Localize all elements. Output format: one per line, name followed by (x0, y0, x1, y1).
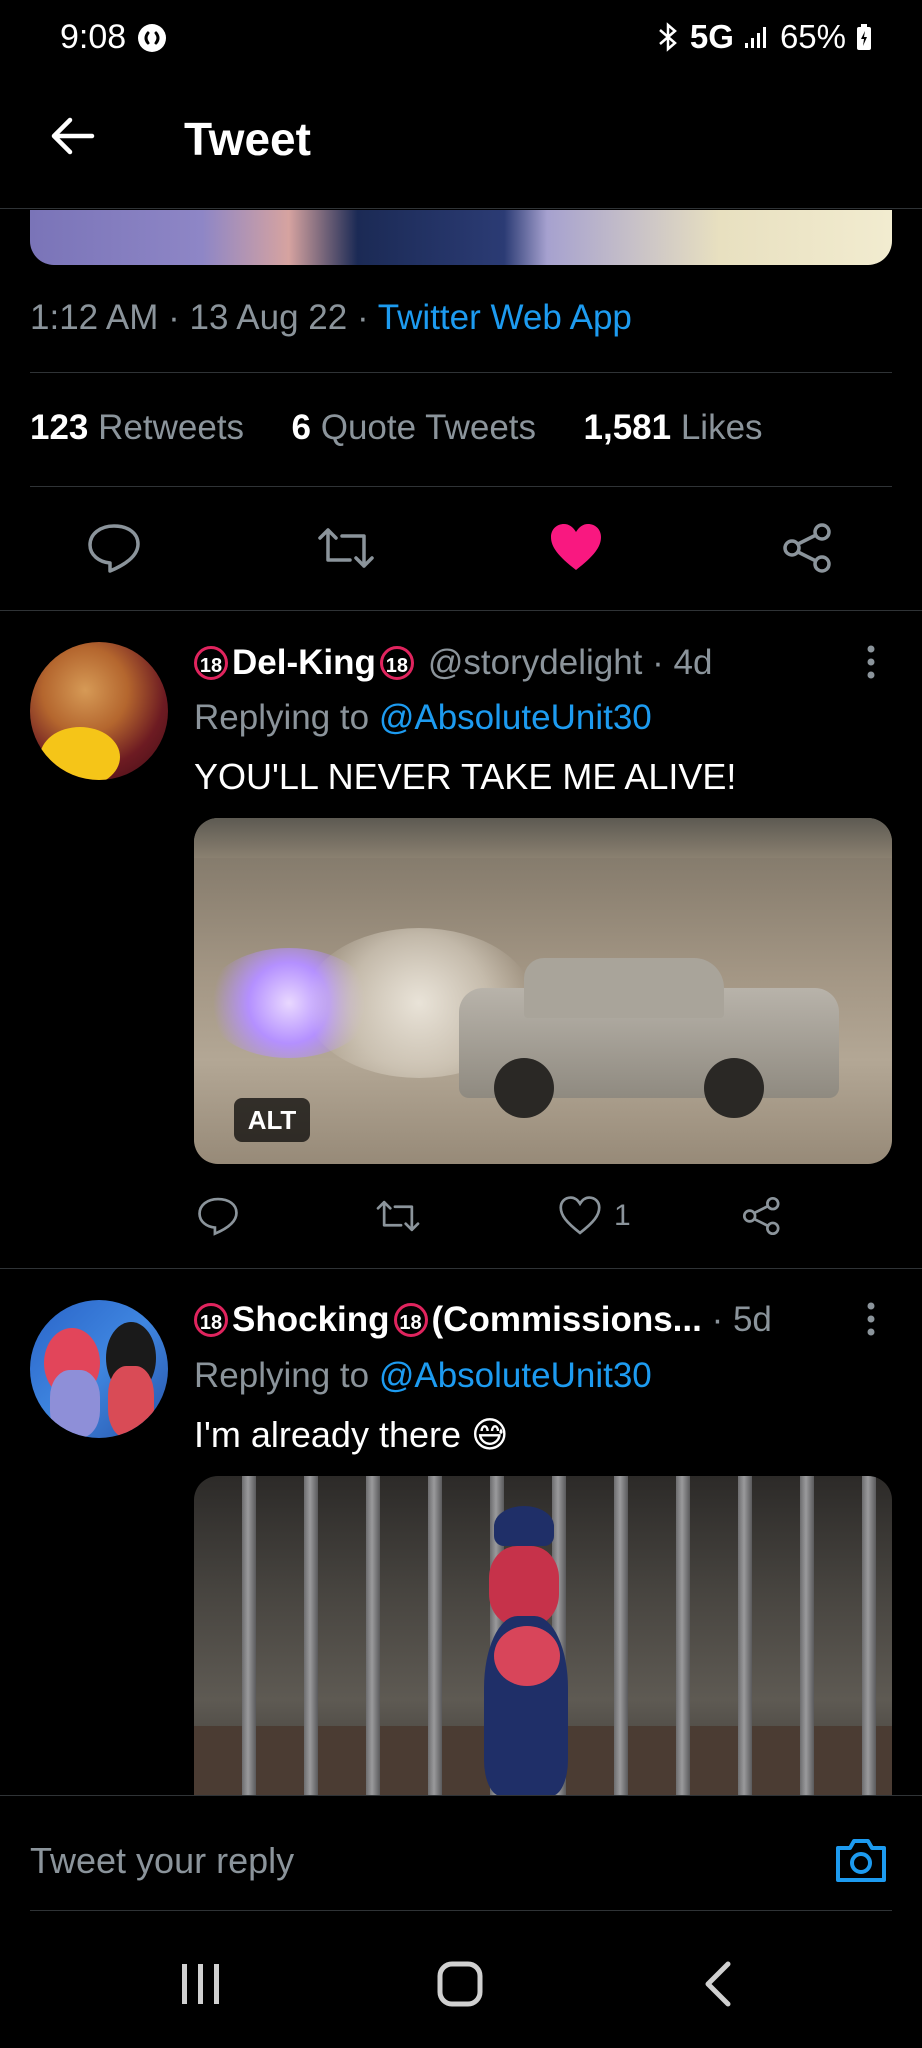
heart-icon (559, 1196, 601, 1235)
reply-text: I'm already there 😅 (194, 1414, 509, 1455)
home-icon (437, 1961, 483, 2007)
display-name: Del-King (232, 643, 376, 682)
more-options-icon[interactable] (866, 1302, 876, 1336)
reply-age: 4d (673, 643, 713, 682)
reply-author[interactable]: 18 Del-King 18 @storydelight · 4d (194, 643, 712, 683)
home-button[interactable] (436, 1960, 484, 2008)
battery-icon (856, 23, 872, 51)
replying-to: Replying to @AbsoluteUnit30 (194, 698, 652, 737)
divider (30, 1910, 892, 1911)
signal-icon (744, 25, 770, 49)
sweat-smile-emoji: 😅 (471, 1414, 509, 1455)
back-button[interactable] (48, 112, 96, 160)
shazam-icon (138, 23, 167, 52)
bluetooth-icon (656, 22, 680, 52)
divider (30, 486, 892, 487)
more-options-icon[interactable] (866, 645, 876, 679)
reply-input[interactable]: Tweet your reply (30, 1840, 294, 1882)
age-restricted-icon: 18 (379, 646, 414, 680)
display-name-suffix: (Commissions... (431, 1300, 702, 1339)
replying-to: Replying to @AbsoluteUnit30 (194, 1356, 652, 1395)
reply-button[interactable] (196, 1196, 240, 1236)
heart-filled-icon (551, 524, 601, 570)
retweets-stat[interactable]: 123 Retweets (30, 408, 244, 447)
camera-button[interactable] (834, 1836, 888, 1884)
replying-to-link[interactable]: @AbsoluteUnit30 (379, 1356, 652, 1395)
comment-icon (198, 1197, 238, 1236)
status-icons: 5G 65% (656, 18, 872, 56)
avatar[interactable] (30, 1300, 168, 1438)
reply-button[interactable] (86, 522, 142, 574)
replying-to-link[interactable]: @AbsoluteUnit30 (379, 698, 652, 737)
page-title: Tweet (184, 113, 311, 165)
chevron-left-icon (705, 1961, 731, 2007)
age-restricted-icon: 18 (194, 1303, 228, 1337)
display-name: Shocking (232, 1300, 390, 1339)
avatar[interactable] (30, 642, 168, 780)
likes-stat[interactable]: 1,581 Likes (584, 408, 763, 447)
status-time: 9:08 (60, 18, 167, 57)
quotes-stat[interactable]: 6 Quote Tweets (292, 408, 537, 447)
retweet-button[interactable] (374, 1196, 422, 1236)
share-button[interactable] (740, 1196, 784, 1236)
like-button[interactable] (548, 522, 604, 574)
tweet-meta: 1:12 AM · 13 Aug 22 · Twitter Web App (30, 298, 632, 337)
reply-text: YOU'LL NEVER TAKE ME ALIVE! (194, 756, 737, 797)
camera-icon (836, 1839, 886, 1882)
reply-author[interactable]: 18 Shocking 18 (Commissions... · 5d (194, 1300, 772, 1340)
system-navigation-bar (0, 1912, 922, 2048)
tweet-time: 1:12 AM (30, 298, 159, 337)
recent-apps-button[interactable] (178, 1962, 224, 2006)
comment-icon (88, 524, 140, 573)
retweet-icon (376, 1200, 420, 1232)
back-nav-button[interactable] (702, 1960, 734, 2008)
reply-media-gif[interactable]: ALT (194, 818, 892, 1164)
tweet-source-link[interactable]: Twitter Web App (378, 298, 632, 337)
handle: @storydelight (427, 643, 643, 682)
share-icon (783, 523, 831, 573)
share-button[interactable] (780, 522, 836, 574)
retweet-button[interactable] (316, 522, 376, 574)
tweet-stats: 123 Retweets 6 Quote Tweets 1,581 Likes (30, 408, 763, 448)
recent-apps-icon (182, 1964, 219, 2004)
tweet-date: 13 Aug 22 (189, 298, 348, 337)
age-restricted-icon: 18 (194, 646, 228, 680)
status-bar: 9:08 5G 65% (0, 0, 922, 84)
reply-age: 5d (732, 1300, 772, 1339)
retweet-icon (318, 528, 374, 568)
tweet-media-image[interactable] (30, 210, 892, 265)
battery-percent: 65% (779, 18, 846, 55)
divider (30, 372, 892, 373)
like-button[interactable]: 1 (558, 1196, 631, 1236)
header-divider (0, 208, 922, 209)
divider (0, 610, 922, 611)
arrow-left-icon (51, 117, 95, 155)
age-restricted-icon: 18 (393, 1303, 428, 1337)
alt-badge[interactable]: ALT (234, 1098, 310, 1142)
share-icon (742, 1196, 780, 1236)
network-type: 5G (689, 18, 734, 55)
reply-media-image[interactable] (194, 1476, 892, 1796)
divider (0, 1268, 922, 1269)
like-count: 1 (614, 1199, 631, 1232)
